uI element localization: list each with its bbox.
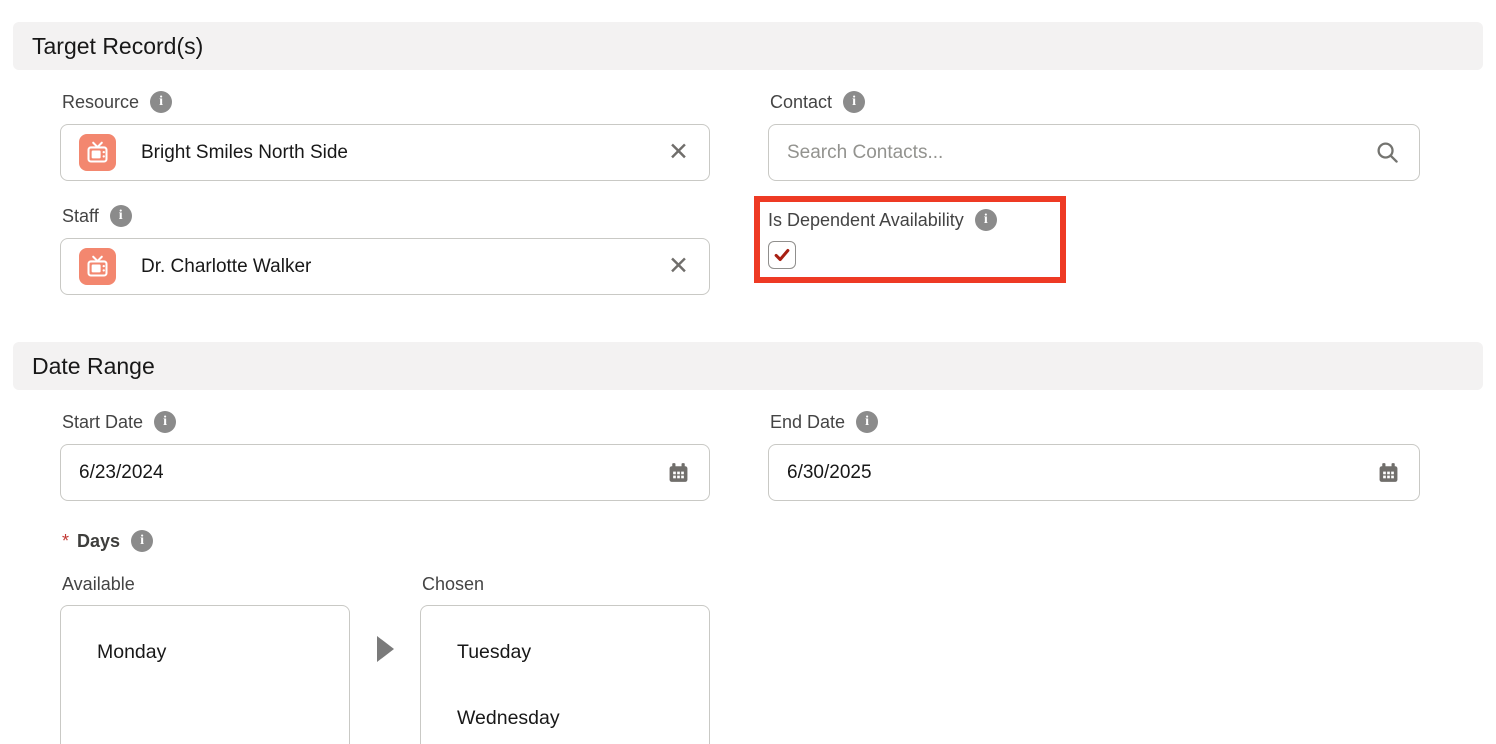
end-date-input[interactable]	[787, 462, 1376, 484]
contact-search-box	[768, 124, 1420, 181]
days-field: * Days i Available Monday Chosen Tuesday	[60, 529, 1496, 744]
info-icon[interactable]: i	[131, 530, 153, 552]
contact-label: Contact	[770, 90, 832, 114]
end-date-label-row: End Date i	[770, 410, 1420, 434]
resource-value: Bright Smiles North Side	[141, 142, 666, 164]
staff-value: Dr. Charlotte Walker	[141, 256, 666, 278]
contact-field: Contact i	[768, 70, 1420, 181]
end-date-label: End Date	[770, 410, 845, 434]
chosen-listbox[interactable]: Tuesday Wednesday	[420, 605, 710, 744]
resource-clear-button[interactable]: ✕	[666, 140, 691, 165]
check-icon	[773, 246, 791, 264]
dependent-availability-label-row: Is Dependent Availability i	[768, 208, 1052, 232]
resource-label-row: Resource i	[62, 90, 710, 114]
highlight-box: Is Dependent Availability i	[754, 196, 1066, 283]
start-date-input[interactable]	[79, 462, 666, 484]
right-arrow-icon	[377, 636, 394, 662]
start-date-input-box	[60, 444, 710, 501]
days-label: Days	[77, 529, 120, 553]
dependent-availability-field: Is Dependent Availability i	[768, 181, 1420, 295]
end-date-input-box	[768, 444, 1420, 501]
info-icon[interactable]: i	[843, 91, 865, 113]
availability-form: Target Record(s) Resource i Brigh	[0, 0, 1496, 744]
list-item[interactable]: Tuesday	[421, 629, 709, 675]
staff-combobox[interactable]: Dr. Charlotte Walker ✕	[60, 238, 710, 295]
calendar-icon[interactable]	[1376, 460, 1401, 485]
close-icon: ✕	[668, 138, 689, 166]
section-header-date-range: Date Range	[13, 342, 1483, 390]
staff-clear-button[interactable]: ✕	[666, 254, 691, 279]
dependent-availability-checkbox[interactable]	[768, 241, 796, 269]
required-asterisk: *	[62, 529, 69, 553]
end-date-field: End Date i	[768, 390, 1420, 501]
move-to-chosen-button[interactable]	[373, 632, 398, 666]
section-title: Target Record(s)	[32, 33, 203, 60]
available-label: Available	[62, 574, 350, 595]
staff-label: Staff	[62, 204, 99, 228]
days-label-row: * Days i	[62, 529, 1496, 553]
list-item[interactable]: Monday	[61, 629, 349, 675]
available-listbox[interactable]: Monday	[60, 605, 350, 744]
start-date-label-row: Start Date i	[62, 410, 710, 434]
info-icon[interactable]: i	[856, 411, 878, 433]
resource-combobox[interactable]: Bright Smiles North Side ✕	[60, 124, 710, 181]
tv-icon	[79, 134, 116, 171]
calendar-icon[interactable]	[666, 460, 691, 485]
section-header-target-records: Target Record(s)	[13, 22, 1483, 70]
move-column	[350, 574, 420, 666]
available-column: Available Monday	[60, 574, 350, 744]
chosen-column: Chosen Tuesday Wednesday	[420, 574, 710, 744]
list-item[interactable]: Wednesday	[421, 695, 709, 741]
tv-icon	[79, 248, 116, 285]
info-icon[interactable]: i	[975, 209, 997, 231]
close-icon: ✕	[668, 252, 689, 280]
start-date-label: Start Date	[62, 410, 143, 434]
staff-label-row: Staff i	[62, 204, 710, 228]
resource-field: Resource i Bright Smiles North Side ✕	[60, 70, 710, 181]
info-icon[interactable]: i	[150, 91, 172, 113]
info-icon[interactable]: i	[154, 411, 176, 433]
search-icon	[1374, 139, 1401, 166]
section-title: Date Range	[32, 353, 155, 380]
info-icon[interactable]: i	[110, 205, 132, 227]
contact-search-input[interactable]	[787, 142, 1374, 164]
contact-label-row: Contact i	[770, 90, 1420, 114]
start-date-field: Start Date i	[60, 390, 710, 501]
staff-field: Staff i Dr. Charlotte Walker ✕	[60, 181, 710, 295]
dependent-availability-label: Is Dependent Availability	[768, 208, 964, 232]
days-dual-listbox: Available Monday Chosen Tuesday Wednesda…	[60, 574, 1496, 744]
chosen-label: Chosen	[422, 574, 710, 595]
resource-label: Resource	[62, 90, 139, 114]
